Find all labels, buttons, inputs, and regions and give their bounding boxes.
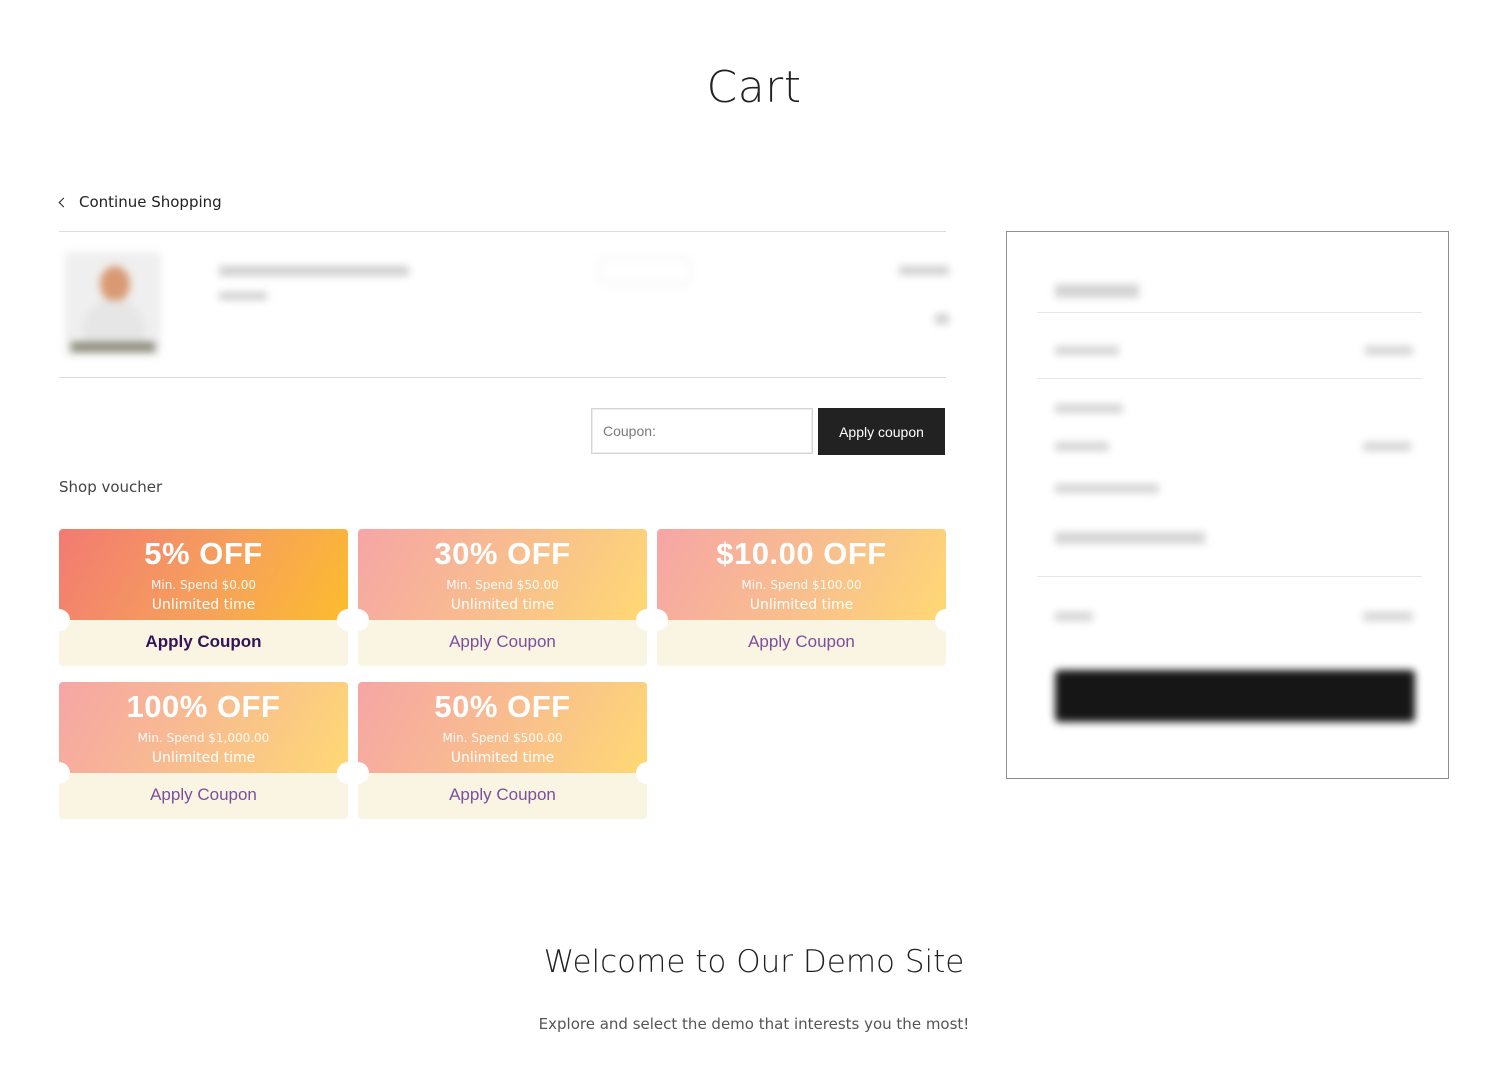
voucher-validity: Unlimited time (151, 750, 256, 766)
divider (59, 377, 946, 378)
voucher-card: 100% OFF Min. Spend $1,000.00 Unlimited … (59, 682, 348, 819)
subtotal-label-blurred (1055, 346, 1119, 355)
total-value-blurred (1363, 612, 1413, 621)
remove-item-icon[interactable] (935, 314, 949, 324)
voucher-validity: Unlimited time (450, 597, 555, 613)
voucher-amount: 100% OFF (126, 689, 281, 724)
product-thumbnail[interactable] (65, 252, 161, 356)
apply-voucher-button[interactable]: Apply Coupon (358, 773, 647, 819)
coupon-input[interactable] (591, 408, 813, 454)
voucher-card: 5% OFF Min. Spend $0.00 Unlimited time A… (59, 529, 348, 666)
apply-coupon-button[interactable]: Apply coupon (818, 408, 945, 455)
voucher-amount: 5% OFF (144, 536, 263, 571)
line-total-blurred (899, 266, 949, 275)
voucher-validity: Unlimited time (151, 597, 256, 613)
welcome-heading: Welcome to Our Demo Site (543, 944, 965, 980)
welcome-subheading: Explore and select the demo that interes… (538, 1015, 970, 1033)
voucher-min-spend: Min. Spend $0.00 (151, 578, 256, 592)
apply-voucher-button[interactable]: Apply Coupon (59, 620, 348, 666)
change-address-link-blurred[interactable] (1055, 532, 1205, 544)
voucher-amount: $10.00 OFF (716, 536, 887, 571)
cart-totals-panel (1006, 231, 1449, 779)
shipping-cost-blurred (1363, 442, 1411, 451)
chevron-left-icon (58, 197, 69, 207)
voucher-amount: 30% OFF (434, 536, 571, 571)
apply-voucher-button[interactable]: Apply Coupon (358, 620, 647, 666)
voucher-min-spend: Min. Spend $1,000.00 (137, 731, 270, 745)
cart-item (59, 240, 959, 370)
voucher-card: $10.00 OFF Min. Spend $100.00 Unlimited … (657, 529, 946, 666)
voucher-min-spend: Min. Spend $500.00 (442, 731, 563, 745)
shipping-label-blurred (1055, 404, 1123, 413)
proceed-to-checkout-button[interactable] (1055, 670, 1415, 722)
continue-shopping-label: Continue Shopping (79, 193, 222, 211)
continue-shopping-link[interactable]: Continue Shopping (58, 193, 222, 211)
page-title: Cart (706, 62, 802, 113)
apply-voucher-button[interactable]: Apply Coupon (59, 773, 348, 819)
cart-totals-heading-blurred (1055, 284, 1139, 298)
voucher-min-spend: Min. Spend $50.00 (446, 578, 559, 592)
divider (59, 231, 946, 232)
shipping-to-blurred (1055, 484, 1159, 493)
total-label-blurred (1055, 612, 1093, 621)
voucher-amount: 50% OFF (434, 689, 571, 724)
quantity-stepper[interactable] (599, 258, 691, 284)
subtotal-value-blurred (1365, 346, 1413, 355)
voucher-validity: Unlimited time (749, 597, 854, 613)
voucher-validity: Unlimited time (450, 750, 555, 766)
voucher-card: 50% OFF Min. Spend $500.00 Unlimited tim… (358, 682, 647, 819)
shipping-option-blurred[interactable] (1055, 442, 1109, 451)
voucher-min-spend: Min. Spend $100.00 (741, 578, 862, 592)
voucher-card: 30% OFF Min. Spend $50.00 Unlimited time… (358, 529, 647, 666)
product-name-blurred[interactable] (219, 266, 409, 276)
shop-voucher-label: Shop voucher (59, 478, 163, 496)
apply-voucher-button[interactable]: Apply Coupon (657, 620, 946, 666)
product-price-blurred (219, 292, 267, 300)
